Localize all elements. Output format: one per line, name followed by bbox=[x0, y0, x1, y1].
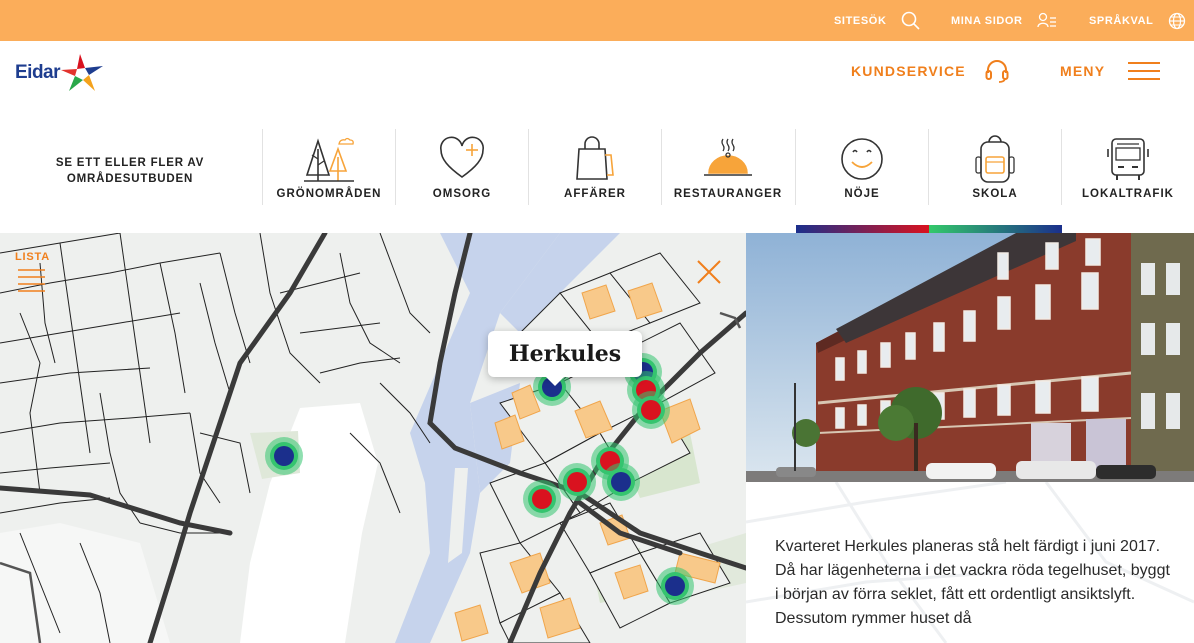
site-header: Eidar KUNDSERVICE MENY bbox=[0, 41, 1194, 115]
menu-button[interactable]: MENY bbox=[1060, 41, 1161, 101]
category-filter-bar: SE ETT ELLER FLER AV OMRÅDESUTBUDEN GRÖN… bbox=[0, 115, 1194, 233]
heart-plus-icon bbox=[440, 136, 484, 178]
map-marker-entertainment[interactable] bbox=[558, 463, 596, 501]
selected-indicator-noje bbox=[796, 225, 929, 233]
category-lokaltrafik[interactable]: LOKALTRAFIK bbox=[1061, 129, 1194, 205]
shopping-bag-icon bbox=[576, 136, 614, 180]
map-canvas bbox=[0, 233, 746, 643]
search-icon bbox=[901, 11, 920, 30]
eidar-logo[interactable]: Eidar bbox=[15, 51, 104, 95]
cloche-icon bbox=[704, 138, 752, 176]
logo-text: Eidar bbox=[15, 62, 61, 83]
map-marker-school[interactable] bbox=[602, 463, 640, 501]
selected-indicator-skola bbox=[929, 225, 1062, 233]
map-marker-school[interactable] bbox=[265, 437, 303, 475]
category-label: OMSORG bbox=[432, 188, 492, 200]
menu-label: MENY bbox=[1060, 63, 1106, 79]
map-marker-entertainment[interactable] bbox=[632, 391, 670, 429]
close-map-button[interactable] bbox=[694, 257, 724, 287]
user-profile-icon bbox=[1036, 12, 1056, 27]
category-label: LOKALTRAFIK bbox=[1082, 188, 1174, 200]
list-view-button[interactable]: LISTA bbox=[15, 251, 55, 296]
bus-icon bbox=[1107, 138, 1149, 180]
language-select-label: SPRÅKVAL bbox=[1089, 14, 1154, 27]
detail-panel: Kvarteret Herkules planeras stå helt fär… bbox=[746, 233, 1194, 643]
language-select-link[interactable]: SPRÅKVAL bbox=[1089, 0, 1186, 41]
close-icon bbox=[697, 260, 721, 284]
my-pages-link[interactable]: MINA SIDOR bbox=[951, 0, 1057, 41]
list-icon bbox=[18, 269, 45, 292]
area-map[interactable]: LISTA Herkules bbox=[0, 233, 746, 643]
category-skola[interactable]: SKOLA bbox=[928, 129, 1061, 205]
category-omsorg[interactable]: OMSORG bbox=[395, 129, 528, 205]
building-photo-illustration bbox=[746, 233, 1194, 482]
site-search-link[interactable]: SITESÖK bbox=[834, 0, 921, 41]
category-label: GRÖNOMRÅDEN bbox=[276, 188, 382, 200]
category-intro-text: SE ETT ELLER FLER AV OMRÅDESUTBUDEN bbox=[55, 157, 205, 185]
building-photo bbox=[746, 233, 1194, 482]
my-pages-label: MINA SIDOR bbox=[951, 14, 1023, 27]
category-label: NÖJE bbox=[844, 188, 880, 200]
category-restauranger[interactable]: RESTAURANGER bbox=[661, 129, 794, 205]
tooltip-title: Herkules bbox=[508, 341, 622, 367]
map-marker-school[interactable] bbox=[656, 567, 694, 605]
map-marker-entertainment[interactable] bbox=[523, 480, 561, 518]
area-description: Kvarteret Herkules planeras stå helt fär… bbox=[775, 538, 1170, 627]
category-affarer[interactable]: AFFÄRER bbox=[528, 129, 661, 205]
category-label: SKOLA bbox=[972, 188, 1018, 200]
customer-service-label: KUNDSERVICE bbox=[851, 63, 966, 79]
headset-icon bbox=[985, 60, 1009, 83]
hamburger-icon bbox=[1128, 62, 1161, 80]
category-label: RESTAURANGER bbox=[673, 188, 783, 200]
trees-icon bbox=[304, 137, 354, 182]
star-logo-icon bbox=[61, 54, 104, 91]
category-label: AFFÄRER bbox=[564, 188, 626, 200]
site-search-label: SITESÖK bbox=[834, 14, 887, 27]
map-tooltip: Herkules bbox=[488, 331, 642, 386]
list-view-label: LISTA bbox=[15, 251, 50, 263]
smiley-icon bbox=[841, 138, 883, 180]
category-gronomraden[interactable]: GRÖNOMRÅDEN bbox=[262, 129, 395, 205]
top-bar: SITESÖK MINA SIDOR SPRÅKVAL bbox=[0, 0, 1194, 41]
backpack-icon bbox=[975, 135, 1015, 183]
category-noje[interactable]: NÖJE bbox=[795, 129, 928, 205]
globe-icon bbox=[1168, 12, 1185, 29]
customer-service-link[interactable]: KUNDSERVICE bbox=[851, 41, 1010, 101]
